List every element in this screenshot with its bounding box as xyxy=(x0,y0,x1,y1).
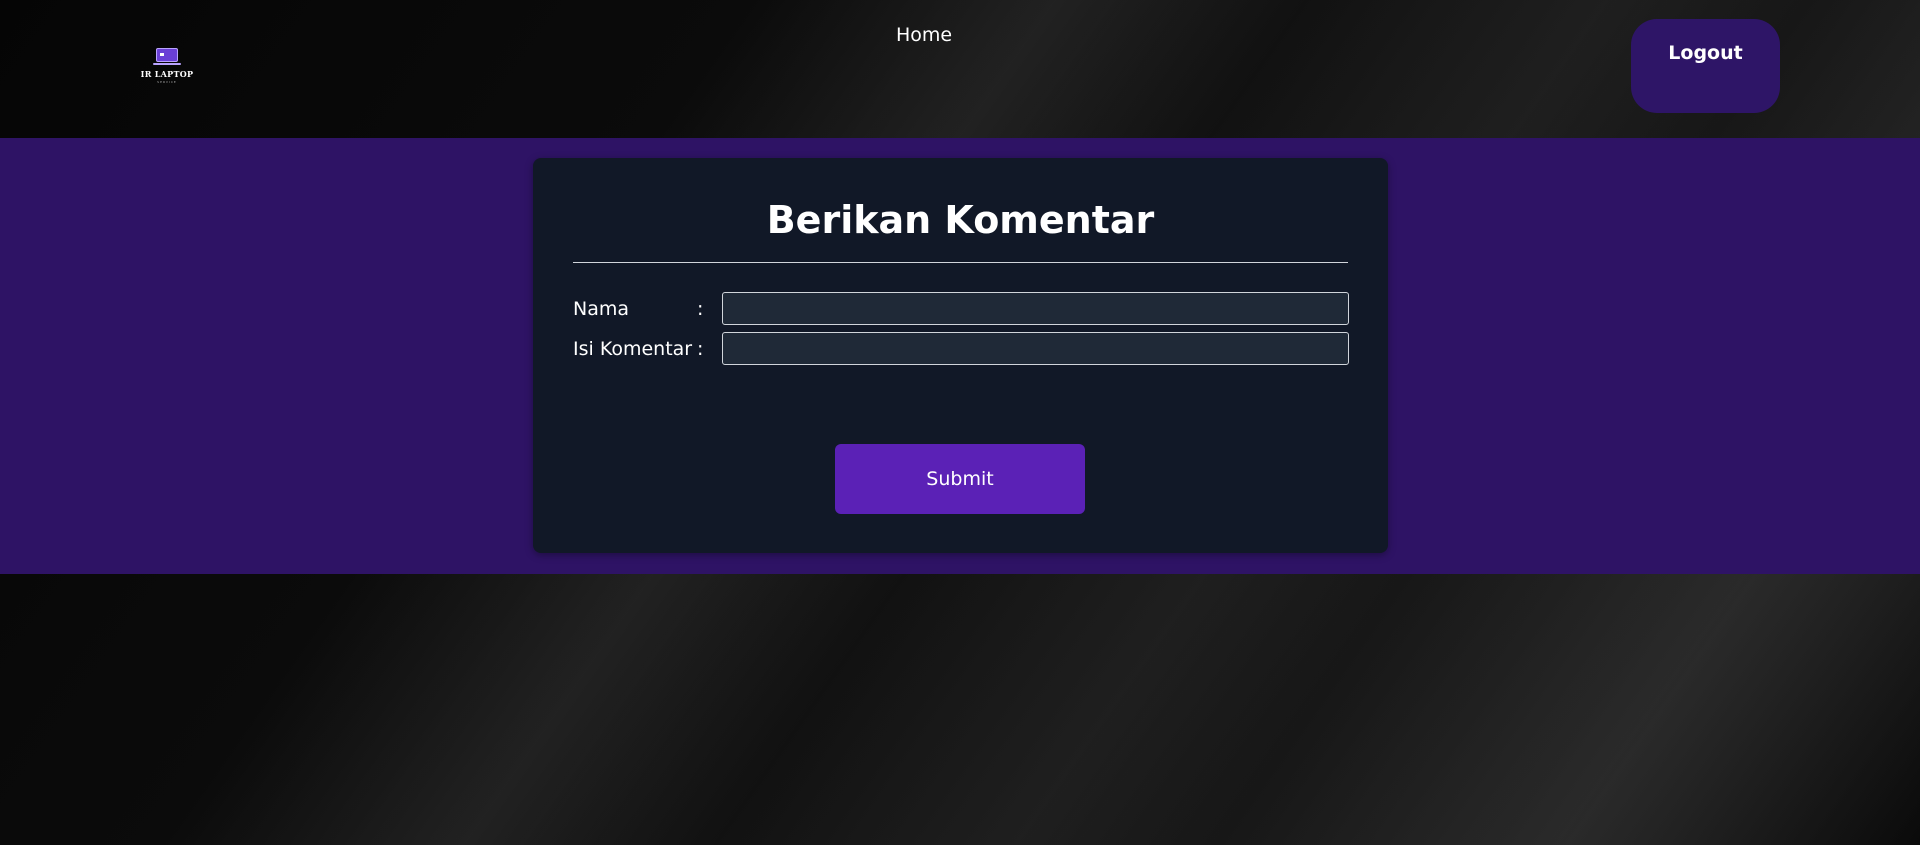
nama-label: Nama xyxy=(573,298,630,320)
site-logo[interactable]: IR LAPTOP SERVICE xyxy=(140,48,194,84)
site-header: IR LAPTOP SERVICE Home Logout xyxy=(0,0,1920,138)
logout-button[interactable]: Logout xyxy=(1631,19,1780,113)
logo-subtext: SERVICE xyxy=(157,80,177,84)
nama-input[interactable] xyxy=(722,292,1349,325)
form-title: Berikan Komentar xyxy=(766,198,1155,242)
isi-komentar-colon: : xyxy=(697,338,704,360)
title-divider xyxy=(573,262,1348,263)
nav-home-link[interactable]: Home xyxy=(896,24,952,46)
laptop-base xyxy=(153,63,181,65)
form-row-nama: Nama : xyxy=(573,292,1349,326)
nama-colon: : xyxy=(697,298,704,320)
logo-text: IR LAPTOP xyxy=(140,69,194,79)
isi-komentar-input[interactable] xyxy=(722,332,1349,365)
submit-button[interactable]: Submit xyxy=(835,444,1085,514)
laptop-icon xyxy=(156,48,178,63)
form-row-isi-komentar: Isi Komentar : xyxy=(573,332,1349,366)
comment-form-card: Berikan Komentar Nama : Isi Komentar : S… xyxy=(533,158,1388,553)
isi-komentar-label: Isi Komentar xyxy=(573,338,693,360)
